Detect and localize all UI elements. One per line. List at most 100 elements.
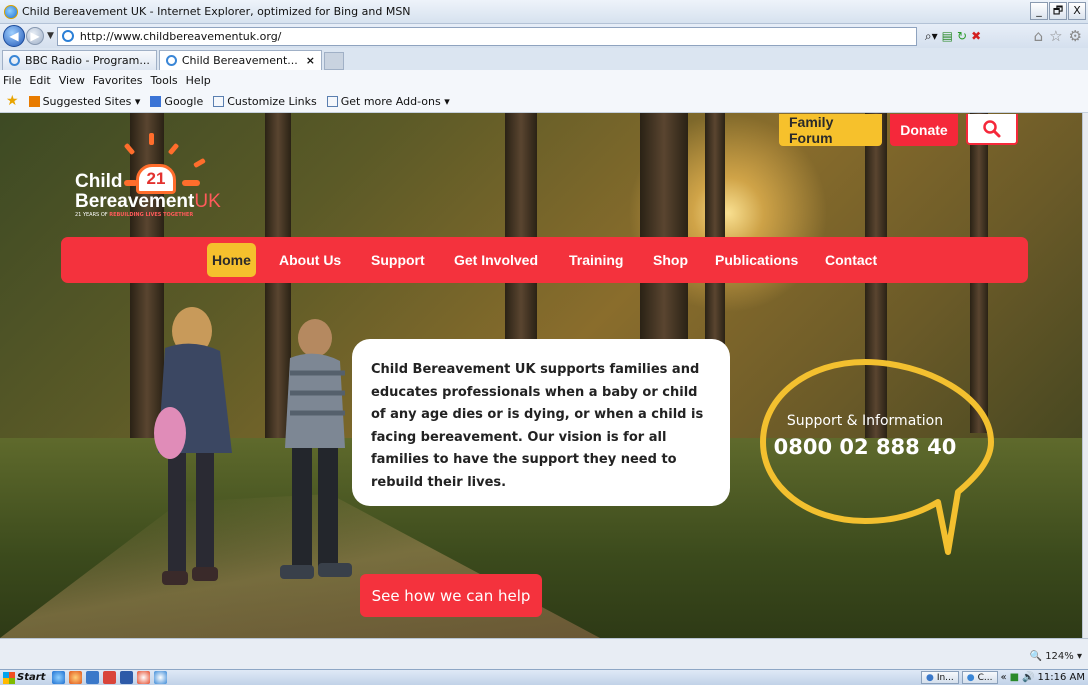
page-scrollbar[interactable] [1082, 113, 1088, 638]
taskbar-item[interactable]: ● C... [961, 671, 998, 684]
logo-uk: UK [194, 191, 221, 212]
logo-word: Bereavement [75, 191, 195, 212]
taskbar-item-label: C... [977, 672, 993, 683]
menu-help[interactable]: Help [186, 74, 211, 87]
main-navigation: Home About Us Support Get Involved Train… [61, 237, 1028, 283]
nav-about-us[interactable]: About Us [274, 243, 346, 277]
children-photo [154, 307, 352, 585]
menu-file[interactable]: File [3, 74, 21, 87]
helpline-label: Support & Information [786, 413, 944, 429]
search-button[interactable] [966, 114, 1018, 145]
back-button[interactable]: ◀ [3, 25, 25, 47]
ie-icon: ● [966, 672, 975, 683]
volume-icon[interactable]: 🔊 [1022, 672, 1034, 683]
clock[interactable]: 11:16 AM [1038, 672, 1085, 683]
gear-icon[interactable]: ⚙ [1069, 27, 1082, 45]
forward-button[interactable]: ▶ [26, 27, 44, 45]
app-quicklaunch-icon[interactable] [154, 671, 168, 684]
logo-badge: 21 [136, 164, 176, 194]
nav-contact[interactable]: Contact [820, 243, 882, 277]
nav-publications[interactable]: Publications [710, 243, 803, 277]
search-dropdown-icon[interactable]: ⌕▾ [925, 29, 938, 44]
home-icon[interactable]: ⌂ [1034, 27, 1044, 45]
taskbar-item-label: In... [936, 672, 954, 683]
close-window-button[interactable]: X [1068, 2, 1086, 20]
tab-child-bereavement[interactable]: Child Bereavement... × [158, 50, 322, 70]
compat-view-icon[interactable]: ▤ [942, 29, 953, 43]
see-how-we-can-help-button[interactable]: See how we can help [360, 574, 542, 617]
utility-buttons: Family Forum Donate [779, 114, 1018, 146]
logo-text-bereavement: BereavementUK [75, 191, 221, 213]
menu-tools[interactable]: Tools [151, 74, 178, 87]
restore-button[interactable]: 🗗 [1049, 2, 1067, 20]
windows-taskbar: Start ● In... ● C... « ■ 🔊 11:16 AM [0, 669, 1088, 685]
url-input[interactable]: http://www.childbereavementuk.org/ [56, 26, 917, 46]
zoom-level[interactable]: 🔍 124% ▾ [1030, 651, 1082, 662]
donate-button[interactable]: Donate [890, 114, 958, 146]
firefox-quicklaunch-icon[interactable] [69, 671, 83, 684]
helpline-bubble[interactable]: Support & Information 0800 02 888 40 [753, 356, 1007, 560]
fav-suggested-sites[interactable]: Suggested Sites ▾ [28, 94, 141, 108]
start-label: Start [17, 672, 46, 683]
app-quicklaunch-icon[interactable] [86, 671, 100, 684]
ie-tab-icon [9, 55, 20, 66]
tab-bar: BBC Radio - Program... Child Bereavement… [0, 48, 1088, 70]
fav-get-addons[interactable]: Get more Add-ons ▾ [326, 95, 450, 108]
close-tab-icon[interactable]: × [306, 54, 315, 67]
nav-shop[interactable]: Shop [648, 243, 693, 277]
tab-bbc-radio[interactable]: BBC Radio - Program... [2, 50, 157, 70]
favorites-star-icon[interactable]: ★ [6, 93, 19, 109]
nav-home[interactable]: Home [207, 243, 256, 277]
address-tools: ⌕▾ ▤ ↻ ✖ [925, 29, 981, 44]
fav-customize-links[interactable]: Customize Links [213, 95, 317, 108]
ie-logo-icon [4, 4, 18, 19]
logo-dash [182, 180, 200, 186]
family-forum-button[interactable]: Family Forum [779, 114, 882, 146]
favorites-star-icon[interactable]: ☆ [1049, 27, 1062, 45]
nav-training[interactable]: Training [564, 243, 628, 277]
fav-label: Suggested Sites ▾ [42, 94, 141, 108]
refresh-icon[interactable]: ↻ [957, 29, 967, 43]
menu-edit[interactable]: Edit [29, 74, 50, 87]
site-logo[interactable]: Child 21 BereavementUK 21 YEARS OF REBUI… [75, 131, 245, 221]
app-icon: ● [925, 672, 934, 683]
chevron-down-icon: ▾ [1076, 651, 1082, 662]
fav-google[interactable]: Google [150, 95, 203, 108]
history-dropdown-icon[interactable]: ▼ [47, 31, 54, 41]
fav-label: Customize Links [227, 94, 317, 108]
search-icon [983, 119, 1001, 137]
window-title: Child Bereavement UK - Internet Explorer… [22, 5, 411, 18]
page-icon [213, 95, 225, 107]
window-titlebar: Child Bereavement UK - Internet Explorer… [0, 0, 1088, 24]
start-button[interactable]: Start [0, 671, 48, 685]
system-tray: ● In... ● C... « ■ 🔊 11:16 AM [920, 671, 1088, 684]
helpline-number[interactable]: 0800 02 888 40 [753, 435, 977, 459]
menu-view[interactable]: View [59, 74, 85, 87]
tab-label: BBC Radio - Program... [25, 54, 150, 67]
logo-ray [149, 133, 154, 145]
minimize-button[interactable]: _ [1030, 2, 1048, 20]
logo-tagline: 21 YEARS OF REBUILDING LIVES TOGETHER [75, 212, 193, 218]
favorites-bar: ★ Suggested Sites ▾ Google Customize Lin… [0, 90, 1088, 113]
taskbar-item[interactable]: ● In... [920, 671, 959, 684]
stop-icon[interactable]: ✖ [971, 29, 981, 43]
nav-get-involved[interactable]: Get Involved [449, 243, 543, 277]
new-tab-button[interactable] [323, 52, 344, 70]
network-icon[interactable]: ■ [1010, 672, 1019, 683]
logo-text-child: Child [75, 171, 123, 192]
intro-text: Child Bereavement UK supports families a… [371, 362, 704, 490]
tagline-highlight: REBUILDING LIVES TOGETHER [109, 212, 194, 218]
page-icon [326, 95, 338, 107]
tray-arrows-icon[interactable]: « [1001, 672, 1007, 683]
address-bar: ◀ ▶ ▼ http://www.childbereavementuk.org/… [0, 24, 1088, 48]
ie-quicklaunch-icon[interactable] [52, 671, 66, 684]
app-quicklaunch-icon[interactable] [103, 671, 117, 684]
app-quicklaunch-icon[interactable] [120, 671, 134, 684]
ie-tab-icon [165, 55, 177, 66]
menu-favorites[interactable]: Favorites [93, 74, 143, 87]
page-icon [61, 30, 74, 42]
nav-support[interactable]: Support [366, 243, 430, 277]
google-icon [150, 95, 162, 107]
chrome-quicklaunch-icon[interactable] [137, 671, 151, 684]
fav-label: Google [164, 94, 204, 108]
